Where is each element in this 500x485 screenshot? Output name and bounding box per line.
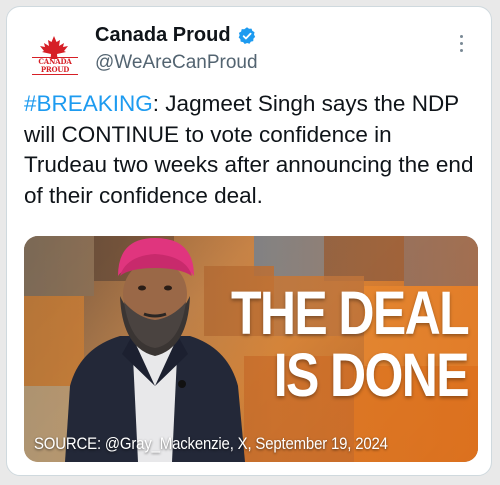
tweet-card[interactable]: CANADA PROUD Canada Proud @WeAreCanProud…	[6, 6, 492, 476]
display-name[interactable]: Canada Proud	[95, 24, 231, 47]
tweet-text: #BREAKING: Jagmeet Singh says the NDP wi…	[24, 89, 479, 211]
headline-line-1: THE DEAL	[231, 279, 470, 347]
tweet-media-image[interactable]: THE DEAL IS DONE SOURCE: @Gray_Mackenzie…	[24, 236, 478, 462]
more-options-icon[interactable]	[451, 31, 471, 55]
person-photo	[65, 238, 245, 462]
verified-badge-icon	[237, 26, 257, 46]
author-handle[interactable]: @WeAreCanProud	[95, 52, 258, 74]
hashtag-link[interactable]: #BREAKING	[24, 91, 153, 116]
headline-line-2: IS DONE	[273, 341, 470, 409]
author-name-row: Canada Proud	[95, 24, 257, 47]
image-headline: THE DEAL IS DONE	[231, 279, 470, 409]
avatar[interactable]: CANADA PROUD	[26, 29, 82, 85]
image-source-caption: SOURCE: @Gray_Mackenzie, X, September 19…	[34, 434, 388, 453]
avatar-label: CANADA PROUD	[32, 57, 78, 75]
